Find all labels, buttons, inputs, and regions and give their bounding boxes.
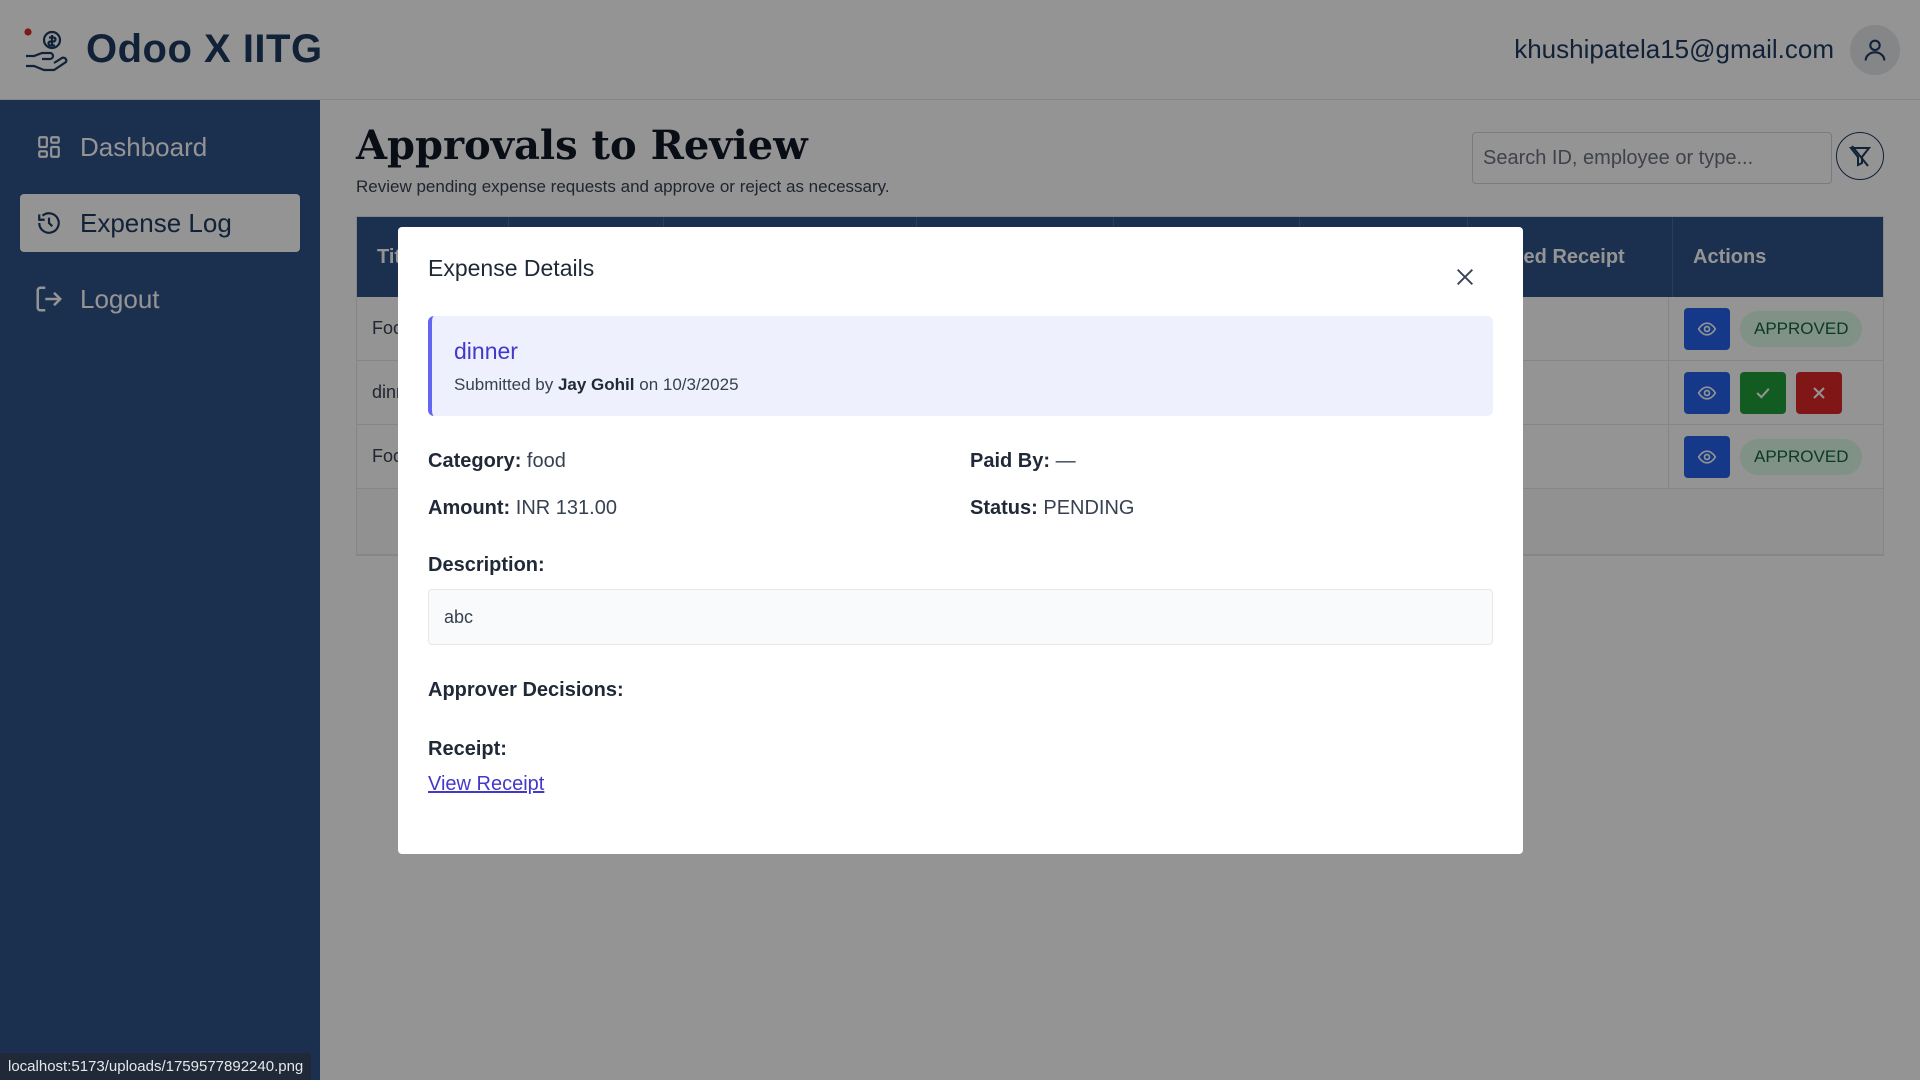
expense-title: dinner (454, 338, 518, 364)
expense-details-grid: Category: food Paid By: — Amount: INR 13… (428, 450, 1493, 520)
paid-by-value: — (1055, 450, 1076, 472)
browser-status-bar: localhost:5173/uploads/1759577892240.png (0, 1053, 312, 1080)
submitter-name: Jay Gohil (557, 375, 635, 394)
close-button[interactable] (1451, 263, 1479, 291)
category-label: Category: (428, 450, 522, 472)
amount-field: Amount: INR 131.00 (428, 497, 970, 520)
date-prefix: on (639, 375, 659, 394)
modal-title: Expense Details (428, 255, 595, 281)
amount-label: Amount: (428, 497, 511, 519)
category-value: food (526, 450, 566, 472)
paid-by-label: Paid By: (970, 450, 1051, 472)
submitted-prefix: Submitted by (454, 375, 554, 394)
close-icon (1457, 269, 1473, 285)
amount-value: INR 131.00 (515, 497, 617, 519)
expense-submitted-info: Submitted by Jay Gohil on 10/3/2025 (454, 375, 1471, 395)
receipt-label: Receipt: (428, 738, 507, 760)
expense-details-modal: Expense Details dinner Submitted by Jay … (398, 227, 1523, 854)
description-value: abc (444, 606, 474, 627)
paid-by-field: Paid By: — (970, 450, 1493, 473)
status-value: PENDING (1043, 497, 1135, 519)
view-receipt-link[interactable]: View Receipt (428, 773, 544, 796)
status-label: Status: (970, 497, 1038, 519)
status-field: Status: PENDING (970, 497, 1493, 520)
category-field: Category: food (428, 450, 970, 473)
approver-decisions-label: Approver Decisions: (428, 679, 624, 701)
submitted-date: 10/3/2025 (662, 375, 739, 394)
expense-summary-card: dinner Submitted by Jay Gohil on 10/3/20… (428, 316, 1493, 416)
description-box: abc (428, 589, 1493, 645)
description-label: Description: (428, 554, 545, 576)
